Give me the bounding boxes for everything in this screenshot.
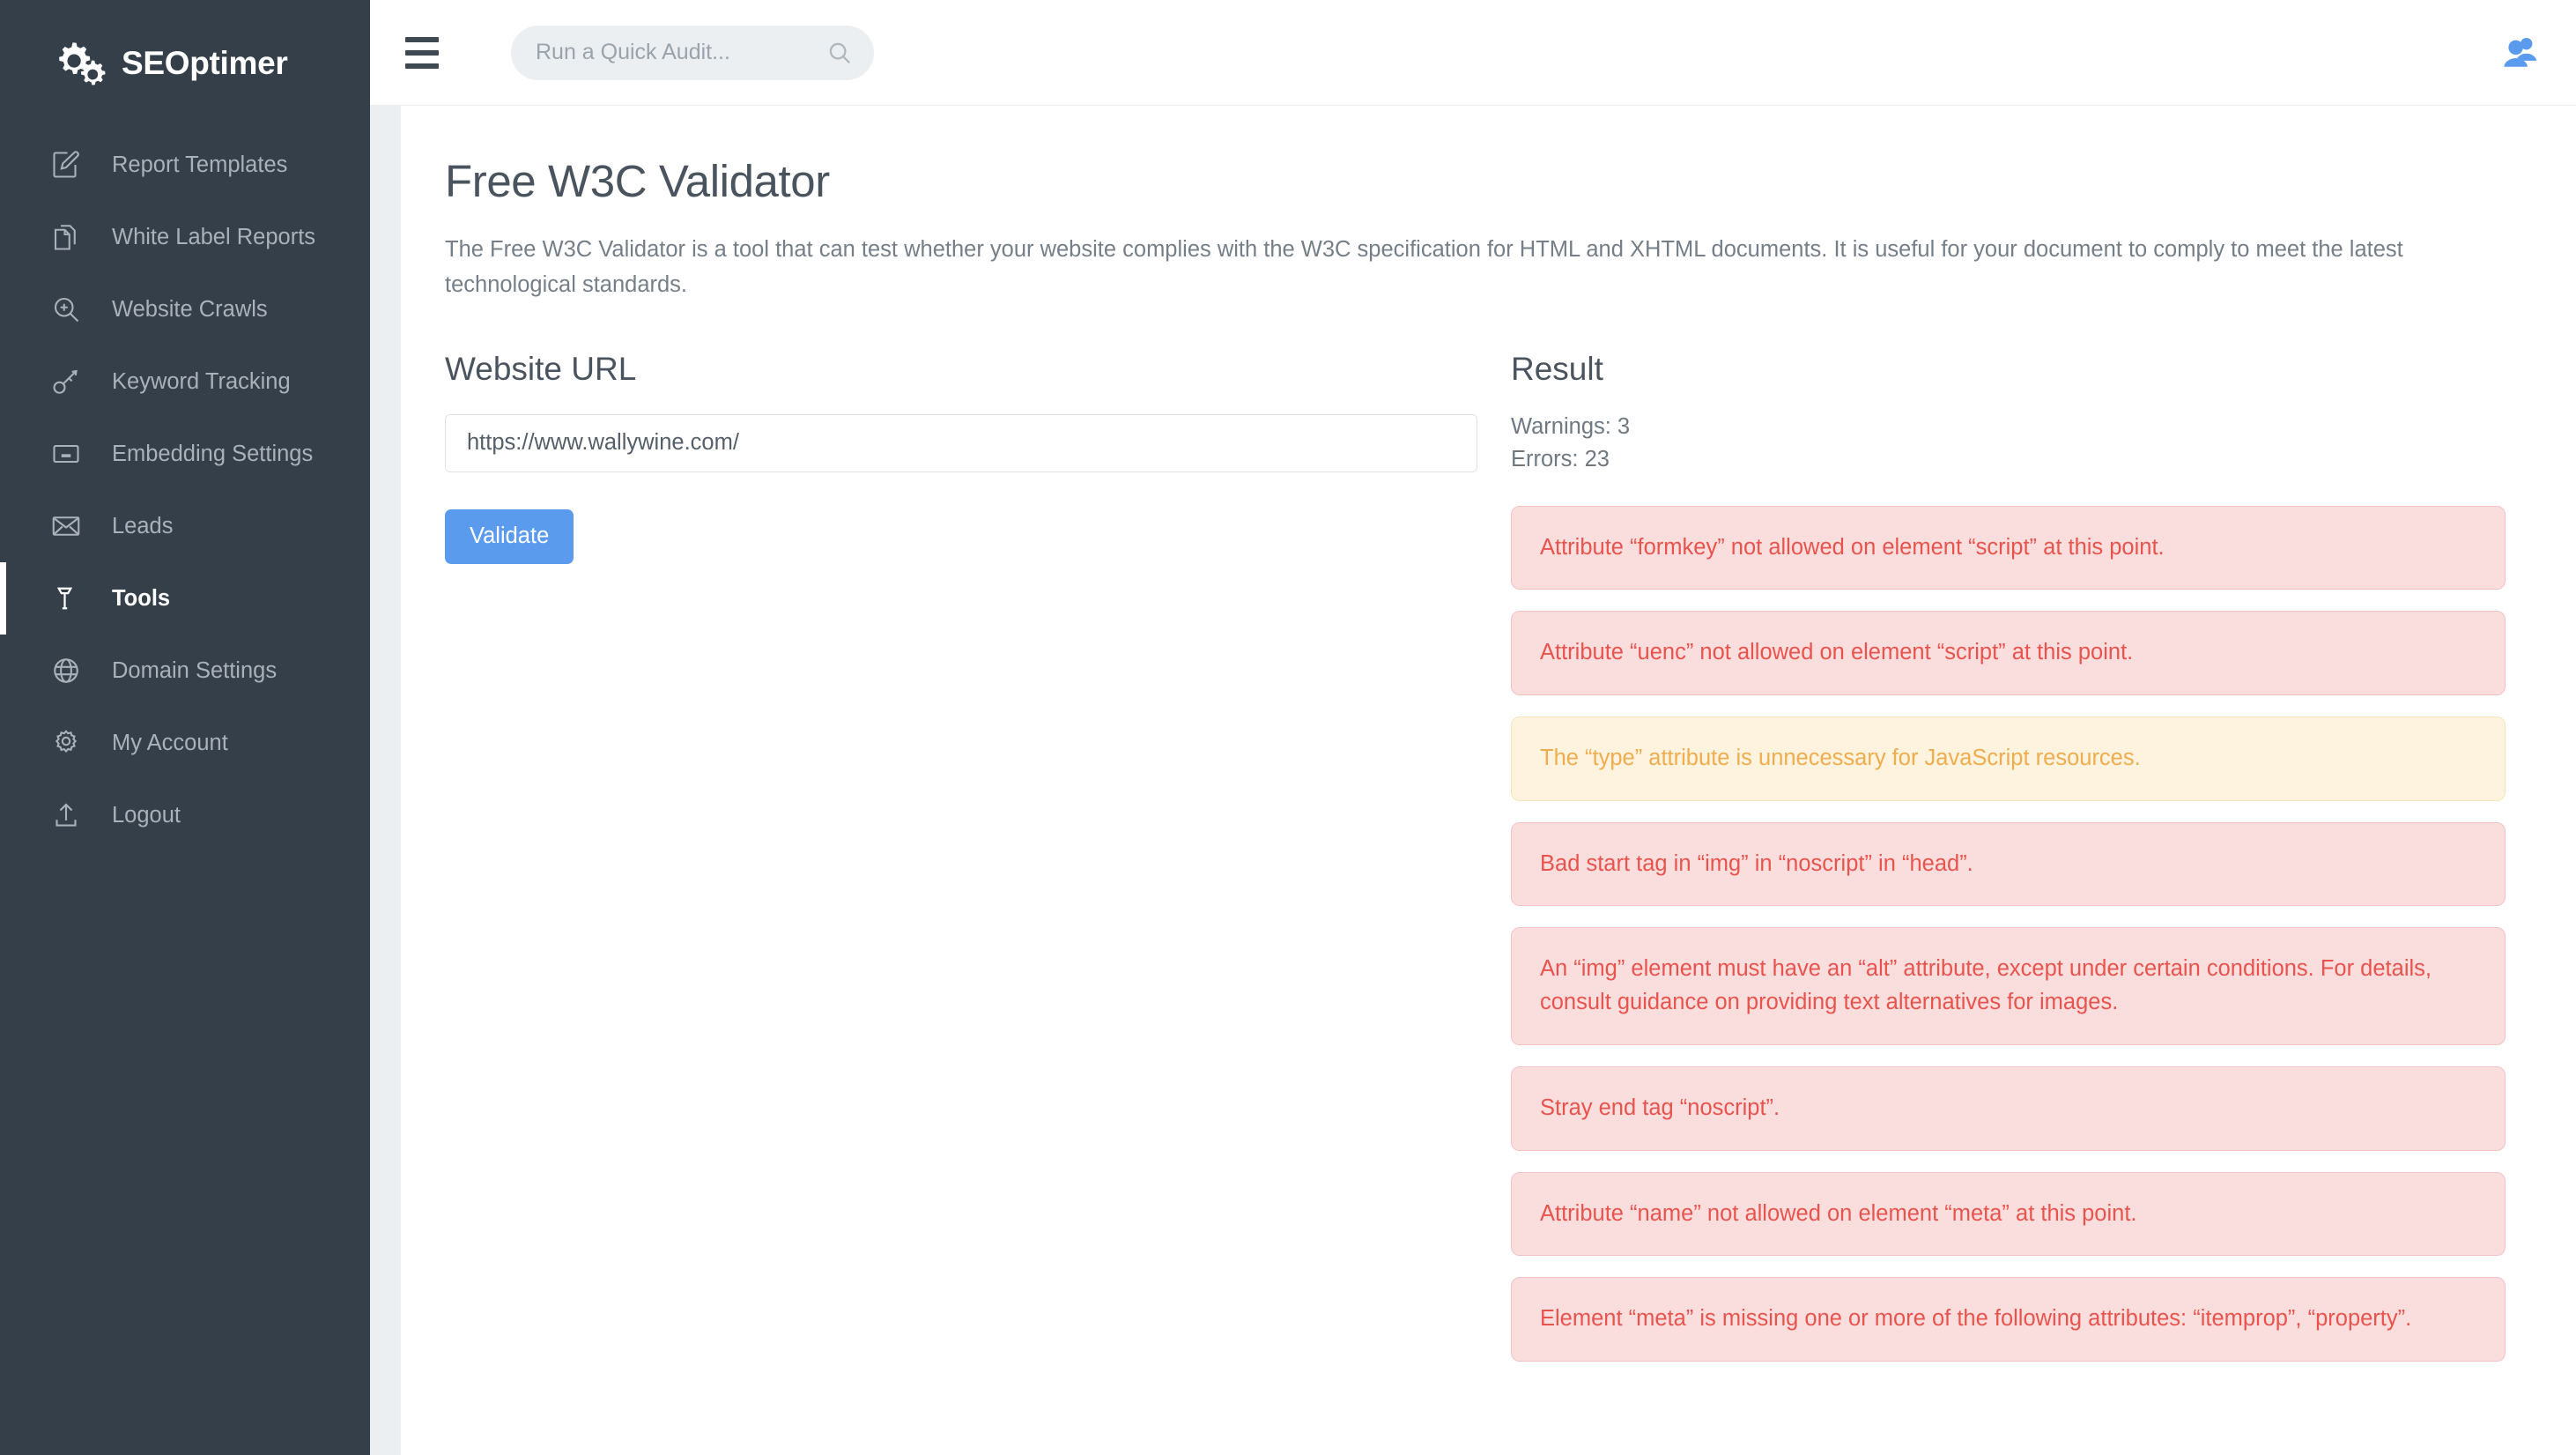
content-gutter	[370, 106, 401, 1455]
validate-button[interactable]: Validate	[445, 509, 574, 564]
sidebar-item-label: My Account	[112, 730, 228, 755]
result-counts: Warnings: 3 Errors: 23	[1511, 411, 2506, 476]
sidebar-item-label: Embedding Settings	[112, 441, 314, 466]
hammer-icon	[48, 581, 84, 616]
validation-message: Element “meta” is missing one or more of…	[1511, 1277, 2506, 1362]
validation-message: An “img” element must have an “alt” attr…	[1511, 927, 2506, 1045]
website-url-input[interactable]	[445, 413, 1477, 472]
errors-count: Errors: 23	[1511, 446, 1610, 471]
two-column-layout: Website URL Validate Result Warnings: 3 …	[445, 351, 2506, 1362]
search-input[interactable]	[536, 40, 826, 65]
validation-message: Attribute “formkey” not allowed on eleme…	[1511, 505, 2506, 590]
magnifier-plus-icon	[48, 292, 84, 327]
sidebar-item-label: Report Templates	[112, 152, 288, 177]
sidebar-item-label: Domain Settings	[112, 657, 278, 683]
page-title: Free W3C Validator	[445, 156, 830, 206]
hamburger-icon[interactable]	[405, 30, 451, 76]
sidebar-item-label: Leads	[112, 513, 174, 538]
pencil-square-icon	[48, 147, 84, 182]
sidebar-item-embedding-settings[interactable]: Embedding Settings	[0, 418, 370, 490]
validation-message-list: Attribute “formkey” not allowed on eleme…	[1511, 505, 2506, 1362]
validator-form-column: Website URL Validate	[445, 351, 1511, 1362]
gears-logo-icon	[59, 42, 106, 85]
validation-message: Attribute “uenc” not allowed on element …	[1511, 611, 2506, 695]
validation-message: The “type” attribute is unnecessary for …	[1511, 716, 2506, 801]
sidebar-item-label: Keyword Tracking	[112, 368, 291, 394]
app-root: SEOptimer Report Templates White Label R…	[0, 0, 2576, 1455]
sidebar-item-website-crawls[interactable]: Website Crawls	[0, 273, 370, 345]
sidebar-item-my-account[interactable]: My Account	[0, 707, 370, 779]
sidebar: SEOptimer Report Templates White Label R…	[0, 0, 370, 1455]
key-icon	[48, 364, 84, 399]
validation-message: Bad start tag in “img” in “noscript” in …	[1511, 821, 2506, 907]
sidebar-item-logout[interactable]: Logout	[0, 779, 370, 851]
website-url-label: Website URL	[445, 350, 637, 387]
page-description: The Free W3C Validator is a tool that ca…	[445, 237, 2403, 298]
sidebar-item-label: Logout	[112, 802, 181, 828]
result-title: Result	[1511, 350, 1603, 387]
envelope-icon	[48, 509, 84, 544]
documents-icon	[48, 219, 84, 255]
sidebar-item-leads[interactable]: Leads	[0, 490, 370, 562]
globe-icon	[48, 653, 84, 688]
gear-icon	[48, 725, 84, 761]
export-upload-icon	[48, 798, 84, 833]
sidebar-item-label: White Label Reports	[112, 224, 316, 249]
sidebar-item-label: Tools	[112, 585, 171, 611]
sidebar-item-report-templates[interactable]: Report Templates	[0, 129, 370, 201]
validation-message: Stray end tag “noscript”.	[1511, 1065, 2506, 1151]
quick-audit-search[interactable]	[511, 25, 874, 80]
brand-name: SEOptimer	[122, 45, 288, 81]
content-wrapper: Free W3C Validator The Free W3C Validato…	[370, 106, 2576, 1455]
main-area: Free W3C Validator The Free W3C Validato…	[370, 0, 2576, 1455]
sidebar-item-white-label-reports[interactable]: White Label Reports	[0, 201, 370, 273]
topbar	[370, 0, 2576, 106]
sidebar-item-label: Website Crawls	[112, 296, 268, 322]
result-column: Result Warnings: 3 Errors: 23 Attribute …	[1511, 351, 2506, 1362]
validation-message: Attribute “name” not allowed on element …	[1511, 1171, 2506, 1257]
page-content: Free W3C Validator The Free W3C Validato…	[401, 106, 2576, 1455]
search-icon[interactable]	[826, 40, 853, 66]
warnings-count: Warnings: 3	[1511, 413, 1631, 439]
users-icon[interactable]	[2500, 33, 2541, 73]
card-icon	[48, 436, 84, 471]
sidebar-item-domain-settings[interactable]: Domain Settings	[0, 635, 370, 707]
brand[interactable]: SEOptimer	[0, 0, 370, 99]
sidebar-item-tools[interactable]: Tools	[0, 562, 370, 635]
sidebar-item-keyword-tracking[interactable]: Keyword Tracking	[0, 345, 370, 418]
sidebar-nav: Report Templates White Label Reports Web…	[0, 129, 370, 851]
